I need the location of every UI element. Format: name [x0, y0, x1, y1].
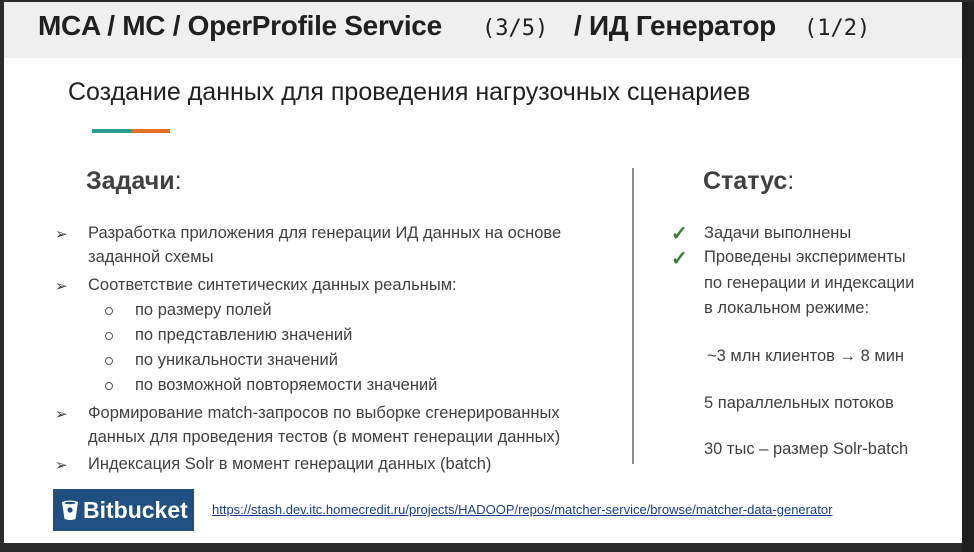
tasks-heading-colon: : — [174, 167, 182, 195]
title-page-counter: (3/5) — [482, 16, 549, 41]
status-heading-colon: : — [787, 167, 795, 195]
circle-bullet-icon — [105, 357, 113, 365]
title-section: / ИД Генератор — [574, 10, 776, 41]
repo-link[interactable]: https://stash.dev.itc.homecredit.ru/proj… — [212, 502, 832, 517]
title-bar: MCA / MC / OperProfile Service (3/5) / И… — [4, 2, 962, 58]
bitbucket-logo: Bitbucket — [53, 489, 194, 531]
status-metric: ~3 млн клиентов → 8 мин — [707, 347, 905, 365]
title-main: MCA / MC / OperProfile Service — [38, 10, 442, 41]
circle-bullet-icon — [105, 382, 113, 390]
column-divider — [632, 168, 634, 464]
accent-bar-orange — [132, 129, 170, 133]
status-line: по генерации и индексации — [704, 274, 915, 292]
task-subline: по размеру полей — [135, 301, 272, 319]
task-subline: по представлению значений — [135, 326, 353, 344]
task-line: данных для проведения тестов (в момент г… — [88, 428, 561, 446]
status-line: Задачи выполнены — [704, 224, 852, 242]
task-line: Формирование match-запросов по выборке с… — [88, 404, 560, 422]
status-metric: 5 параллельных потоков — [704, 394, 894, 412]
task-line: Соответствие синтетических данных реальн… — [88, 276, 457, 294]
task-line: Индексация Solr в момент генерации данны… — [88, 455, 492, 473]
circle-bullet-icon — [105, 332, 113, 340]
title-section-counter: (1/2) — [804, 16, 871, 41]
tasks-heading: Задачи: — [86, 167, 182, 196]
task-line: Разработка приложения для генерации ИД д… — [88, 224, 562, 242]
status-heading: Статус: — [703, 167, 794, 196]
task-subline: по возможной повторяемости значений — [135, 376, 438, 394]
bitbucket-logo-text: Bitbucket — [83, 497, 188, 523]
check-icon: ✓ — [671, 248, 688, 270]
status-line: в локальном режиме: — [704, 299, 870, 317]
circle-bullet-icon — [105, 307, 113, 315]
bitbucket-bucket-icon — [62, 500, 78, 520]
slide: MCA / MC / OperProfile Service (3/5) / И… — [4, 2, 962, 543]
slide-shadow — [962, 2, 974, 552]
arrow-bullet-icon: ➢ — [55, 406, 68, 423]
task-line: заданной схемы — [88, 248, 214, 266]
status-metric: 30 тыс – размер Solr-batch — [704, 440, 909, 458]
status-heading-label: Статус — [703, 167, 788, 195]
task-subline: по уникальности значений — [135, 351, 338, 369]
arrow-bullet-icon: ➢ — [55, 457, 68, 474]
status-line: Проведены эксперименты — [704, 248, 906, 266]
arrow-bullet-icon: ➢ — [55, 226, 68, 243]
accent-bar-teal — [92, 129, 132, 133]
check-icon: ✓ — [671, 223, 688, 245]
tasks-heading-label: Задачи — [86, 167, 175, 195]
arrow-bullet-icon: ➢ — [55, 278, 68, 295]
slide-subtitle: Создание данных для проведения нагрузочн… — [68, 78, 751, 106]
